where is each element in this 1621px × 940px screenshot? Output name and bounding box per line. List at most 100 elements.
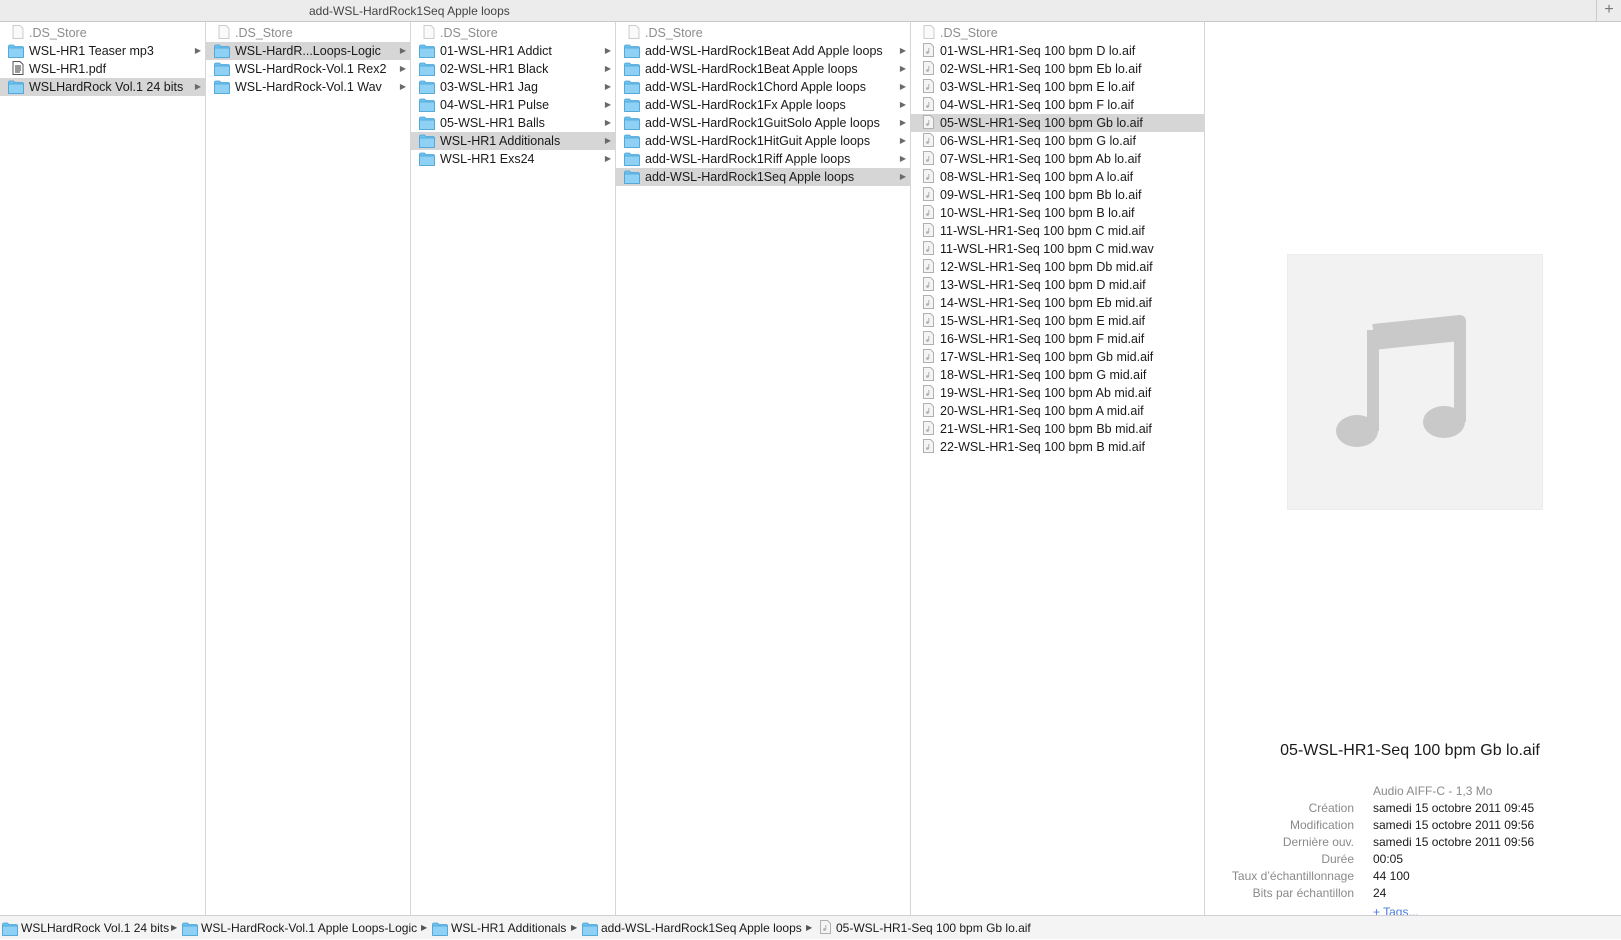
path-crumb[interactable]: add-WSL-HardRock1Seq Apple loops	[582, 920, 802, 936]
file-row[interactable]: 01-WSL-HR1-Seq 100 bpm D lo.aif	[911, 42, 1204, 60]
audio-file-icon	[923, 133, 934, 147]
document-icon	[628, 25, 640, 39]
file-row[interactable]: 08-WSL-HR1-Seq 100 bpm A lo.aif	[911, 168, 1204, 186]
folder-icon	[624, 80, 640, 94]
path-crumb[interactable]: 05-WSL-HR1-Seq 100 bpm Gb lo.aif	[817, 920, 1031, 936]
file-row[interactable]: 06-WSL-HR1-Seq 100 bpm G lo.aif	[911, 132, 1204, 150]
file-row[interactable]: 13-WSL-HR1-Seq 100 bpm D mid.aif	[911, 276, 1204, 294]
file-row[interactable]: .DS_Store	[0, 24, 205, 42]
path-separator-icon: ▶	[171, 923, 178, 932]
file-row[interactable]: 20-WSL-HR1-Seq 100 bpm A mid.aif	[911, 402, 1204, 420]
preview-info-label: Modification	[1289, 818, 1354, 832]
item-label: 19-WSL-HR1-Seq 100 bpm Ab mid.aif	[940, 386, 1152, 400]
file-row[interactable]: .DS_Store	[911, 24, 1204, 42]
file-row[interactable]: 15-WSL-HR1-Seq 100 bpm E mid.aif	[911, 312, 1204, 330]
path-crumb-label: add-WSL-HardRock1Seq Apple loops	[601, 921, 802, 935]
folder-row[interactable]: WSL-HR1 Exs24 ▶	[411, 150, 615, 168]
item-label: 03-WSL-HR1 Jag	[440, 80, 538, 94]
file-row[interactable]: 10-WSL-HR1-Seq 100 bpm B lo.aif	[911, 204, 1204, 222]
file-row[interactable]: WSL-HR1.pdf	[0, 60, 205, 78]
disclosure-arrow-icon: ▶	[399, 64, 406, 73]
folder-row[interactable]: add-WSL-HardRock1GuitSolo Apple loops ▶	[616, 114, 910, 132]
column-4[interactable]: .DS_Store add-WSL-HardRock1Beat Add Apple…	[616, 22, 911, 915]
column-3[interactable]: .DS_Store 01-WSL-HR1 Addict ▶ 02-WSL-HR1 Bl…	[411, 22, 616, 915]
folder-row[interactable]: WSL-HardRock-Vol.1 Rex2 ▶	[206, 60, 410, 78]
file-row[interactable]: 04-WSL-HR1-Seq 100 bpm F lo.aif	[911, 96, 1204, 114]
folder-row[interactable]: WSL-HardRock-Vol.1 Wav ▶	[206, 78, 410, 96]
preview-info-value: 00:05	[1373, 852, 1404, 866]
file-row[interactable]: 14-WSL-HR1-Seq 100 bpm Eb mid.aif	[911, 294, 1204, 312]
preview-info-label: Création	[1308, 801, 1354, 815]
file-row[interactable]: .DS_Store	[616, 24, 910, 42]
folder-row[interactable]: WSL-HR1 Additionals ▶	[411, 132, 615, 150]
file-row[interactable]: 16-WSL-HR1-Seq 100 bpm F mid.aif	[911, 330, 1204, 348]
file-row[interactable]: 19-WSL-HR1-Seq 100 bpm Ab mid.aif	[911, 384, 1204, 402]
audio-file-icon	[923, 259, 934, 273]
file-row[interactable]: 11-WSL-HR1-Seq 100 bpm C mid.aif	[911, 222, 1204, 240]
file-row[interactable]: 22-WSL-HR1-Seq 100 bpm B mid.aif	[911, 438, 1204, 456]
folder-row[interactable]: WSL-HardR...Loops-Logic ▶	[206, 42, 410, 60]
preview-info-value: 44 100	[1373, 869, 1410, 883]
preview-info-label: Durée	[1321, 852, 1354, 866]
folder-icon	[419, 62, 435, 76]
file-row[interactable]: 11-WSL-HR1-Seq 100 bpm C mid.wav	[911, 240, 1204, 258]
new-tab-button[interactable]: +	[1596, 0, 1621, 21]
audio-file-icon	[923, 331, 934, 345]
column-2[interactable]: .DS_Store WSL-HardR...Loops-Logic ▶ WSL-Har…	[206, 22, 411, 915]
folder-row[interactable]: add-WSL-HardRock1Beat Add Apple loops ▶	[616, 42, 910, 60]
folder-row[interactable]: 01-WSL-HR1 Addict ▶	[411, 42, 615, 60]
file-row[interactable]: 07-WSL-HR1-Seq 100 bpm Ab lo.aif	[911, 150, 1204, 168]
folder-row[interactable]: add-WSL-HardRock1Seq Apple loops ▶	[616, 168, 910, 186]
item-label: 02-WSL-HR1-Seq 100 bpm Eb lo.aif	[940, 62, 1142, 76]
column-5[interactable]: .DS_Store 01-WSL-HR1-Seq 100 bpm D lo.aif…	[911, 22, 1205, 915]
folder-icon	[419, 80, 435, 94]
disclosure-arrow-icon: ▶	[399, 82, 406, 91]
folder-row[interactable]: add-WSL-HardRock1Beat Apple loops ▶	[616, 60, 910, 78]
path-crumb[interactable]: WSL-HardRock-Vol.1 Apple Loops-Logic	[182, 920, 417, 936]
item-label: 20-WSL-HR1-Seq 100 bpm A mid.aif	[940, 404, 1144, 418]
folder-icon	[214, 62, 230, 76]
folder-row[interactable]: 05-WSL-HR1 Balls ▶	[411, 114, 615, 132]
audio-file-icon	[923, 43, 934, 57]
folder-row[interactable]: add-WSL-HardRock1Fx Apple loops ▶	[616, 96, 910, 114]
folder-row[interactable]: 04-WSL-HR1 Pulse ▶	[411, 96, 615, 114]
file-row[interactable]: 21-WSL-HR1-Seq 100 bpm Bb mid.aif	[911, 420, 1204, 438]
column-1[interactable]: .DS_Store WSL-HR1 Teaser mp3 ▶ WSL-HR1.pdf W…	[0, 22, 206, 915]
path-crumb-label: 05-WSL-HR1-Seq 100 bpm Gb lo.aif	[836, 921, 1031, 935]
file-row[interactable]: 17-WSL-HR1-Seq 100 bpm Gb mid.aif	[911, 348, 1204, 366]
path-crumb[interactable]: WSLHardRock Vol.1 24 bits	[2, 920, 169, 936]
file-row[interactable]: 12-WSL-HR1-Seq 100 bpm Db mid.aif	[911, 258, 1204, 276]
folder-row[interactable]: WSL-HR1 Teaser mp3 ▶	[0, 42, 205, 60]
preview-info-row: Modification samedi 15 octobre 2011 09:56	[1180, 818, 1610, 835]
folder-row[interactable]: add-WSL-HardRock1Chord Apple loops ▶	[616, 78, 910, 96]
preview-kind: Audio AIFF-C - 1,3 Mo	[1373, 784, 1493, 798]
audio-file-icon	[923, 223, 934, 237]
folder-row[interactable]: 02-WSL-HR1 Black ▶	[411, 60, 615, 78]
item-label: .DS_Store	[29, 26, 87, 40]
folder-icon	[624, 134, 640, 148]
file-row[interactable]: 09-WSL-HR1-Seq 100 bpm Bb lo.aif	[911, 186, 1204, 204]
tab-title[interactable]: add-WSL-HardRock1Seq Apple loops	[309, 4, 510, 18]
item-label: add-WSL-HardRock1GuitSolo Apple loops	[645, 116, 880, 130]
folder-icon	[624, 44, 640, 58]
file-row[interactable]: 03-WSL-HR1-Seq 100 bpm E lo.aif	[911, 78, 1204, 96]
folder-row[interactable]: add-WSL-HardRock1Riff Apple loops ▶	[616, 150, 910, 168]
folder-row[interactable]: add-WSL-HardRock1HitGuit Apple loops ▶	[616, 132, 910, 150]
folder-icon	[214, 80, 230, 94]
item-label: add-WSL-HardRock1Riff Apple loops	[645, 152, 851, 166]
file-row[interactable]: .DS_Store	[411, 24, 615, 42]
document-icon	[218, 25, 230, 39]
file-row[interactable]: 18-WSL-HR1-Seq 100 bpm G mid.aif	[911, 366, 1204, 384]
file-row[interactable]: 05-WSL-HR1-Seq 100 bpm Gb lo.aif	[911, 114, 1204, 132]
document-icon	[923, 25, 935, 39]
folder-icon	[624, 170, 640, 184]
folder-row[interactable]: WSLHardRock Vol.1 24 bits ▶	[0, 78, 205, 96]
path-crumb[interactable]: WSL-HR1 Additionals	[432, 920, 566, 936]
audio-file-icon	[923, 439, 934, 453]
file-row[interactable]: 02-WSL-HR1-Seq 100 bpm Eb lo.aif	[911, 60, 1204, 78]
item-label: 11-WSL-HR1-Seq 100 bpm C mid.wav	[940, 242, 1154, 256]
folder-row[interactable]: 03-WSL-HR1 Jag ▶	[411, 78, 615, 96]
preview-info-row: Durée 00:05	[1180, 852, 1610, 869]
preview-info-label: Bits par échantillon	[1252, 886, 1354, 900]
file-row[interactable]: .DS_Store	[206, 24, 410, 42]
